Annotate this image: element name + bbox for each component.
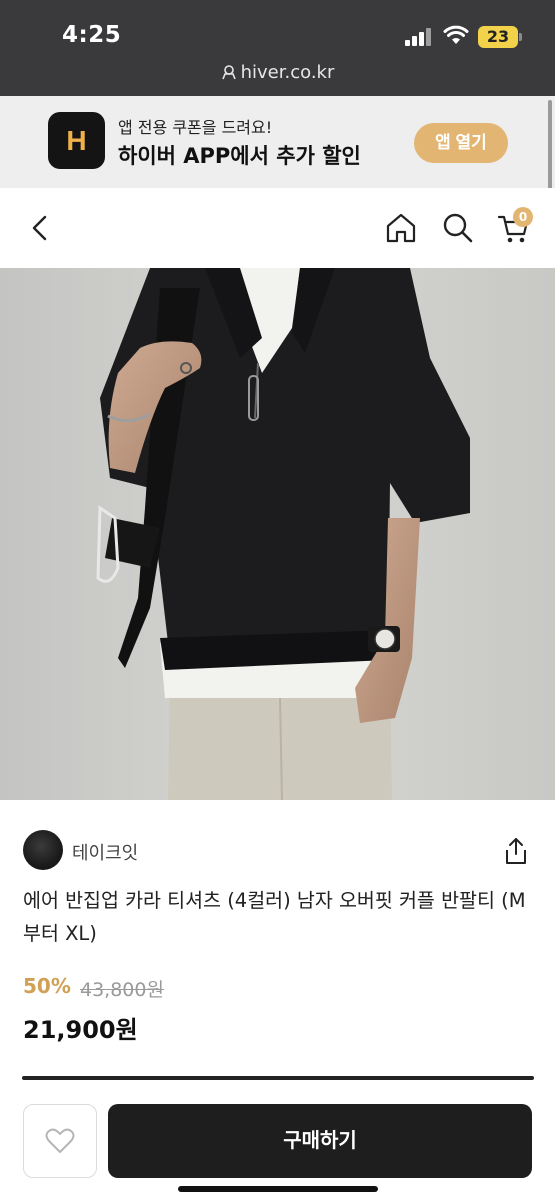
app-logo: H xyxy=(48,112,105,169)
open-app-button[interactable]: 앱 열기 xyxy=(414,123,508,163)
home-indicator[interactable] xyxy=(178,1186,378,1192)
top-navigation xyxy=(0,188,555,268)
signal-icon xyxy=(405,28,433,46)
lock-icon xyxy=(221,65,236,80)
original-price: 43,800원 xyxy=(80,979,164,1001)
status-time: 4:25 xyxy=(62,22,122,48)
buy-button[interactable]: 구매하기 xyxy=(108,1104,532,1178)
app-download-banner[interactable]: H 앱 전용 쿠폰을 드려요! 하이버 APP에서 추가 할인 앱 열기 xyxy=(0,96,555,188)
like-button[interactable] xyxy=(23,1104,97,1178)
banner-subtitle: 앱 전용 쿠폰을 드려요! xyxy=(118,118,273,137)
home-icon[interactable] xyxy=(383,210,419,246)
hidden-section-edge xyxy=(22,1076,534,1080)
product-image[interactable] xyxy=(0,268,555,800)
back-icon[interactable] xyxy=(22,210,58,246)
heart-icon xyxy=(45,1128,75,1153)
wifi-icon xyxy=(443,25,469,44)
cart-count-badge: 0 xyxy=(513,207,533,227)
url-bar[interactable]: hiver.co.kr xyxy=(0,62,555,90)
share-icon[interactable] xyxy=(503,837,529,865)
battery-indicator: 23 xyxy=(478,26,518,48)
product-photo-illustration xyxy=(0,268,555,800)
product-title: 에어 반집업 카라 티셔츠 (4컬러) 남자 오버핏 커플 반팔티 (M부터 X… xyxy=(23,889,526,945)
search-icon[interactable] xyxy=(440,210,476,246)
sale-price: 21,900원 xyxy=(23,1016,138,1044)
browser-top-bar: 4:25 23 hiver.co.kr xyxy=(0,0,555,96)
battery-tip xyxy=(519,33,522,41)
seller-name[interactable]: 테이크잇 xyxy=(72,839,138,865)
discount-rate: 50% xyxy=(23,974,71,998)
url-text: hiver.co.kr xyxy=(240,62,335,83)
banner-title: 하이버 APP에서 추가 할인 xyxy=(118,144,361,168)
seller-avatar[interactable] xyxy=(23,830,63,870)
